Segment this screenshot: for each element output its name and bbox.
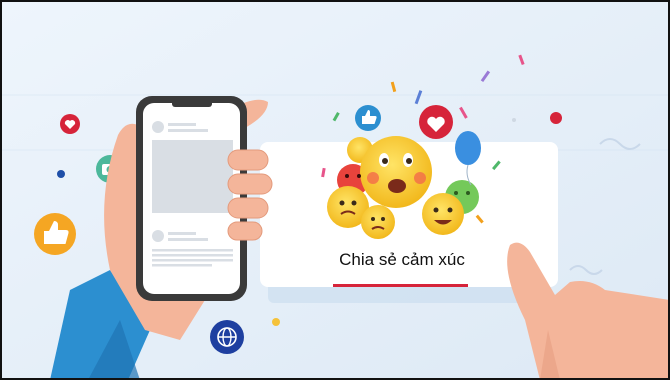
like-icon [355,105,381,131]
heart-icon [419,105,453,139]
sad-emoji-icon [361,205,395,239]
happy-emoji-icon [360,136,432,208]
caption-underline [333,284,468,287]
heart-icon [60,114,80,134]
post-image-placeholder [152,140,233,213]
avatar [152,121,164,133]
laughing-emoji-icon [422,193,464,235]
phone [136,96,247,301]
illustration-scene: Chia sẻ cảm xúc [0,0,670,380]
globe-icon [210,320,244,354]
thumbs-up-icon [34,213,76,255]
avatar [152,230,164,242]
reaction-caption: Chia sẻ cảm xúc [339,250,465,269]
